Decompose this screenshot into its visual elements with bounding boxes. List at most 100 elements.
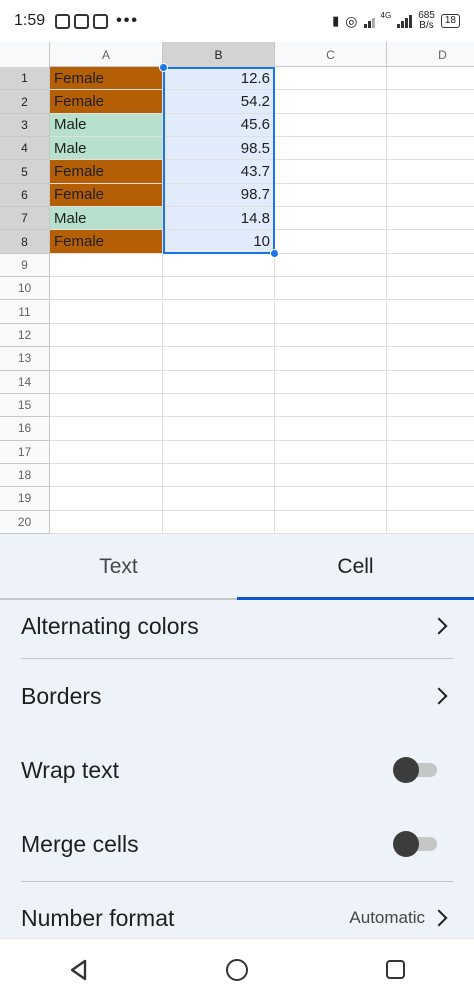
back-button[interactable] [59,950,99,990]
cell-b[interactable] [163,370,275,394]
cell-d[interactable] [387,114,474,138]
cell-c[interactable] [275,137,387,161]
row-header[interactable]: 15 [0,393,50,418]
cell-b[interactable]: 98.7 [163,183,275,208]
cell-b[interactable]: 10 [163,230,275,254]
cell-a[interactable]: Female [50,230,163,254]
row-header[interactable]: 9 [0,253,50,278]
cell-a[interactable] [50,487,163,511]
spreadsheet-grid[interactable]: A B C D 1 Female 12.6 2 Female 54.2 3 Male 45.6 4 Male… [0,42,474,534]
cell-a[interactable]: Female [50,67,163,91]
cell-a[interactable]: Male [50,207,163,231]
cell-c[interactable] [275,417,387,441]
cell-a[interactable] [50,323,163,348]
cell-d[interactable] [387,207,474,231]
row-header[interactable]: 8 [0,230,50,254]
cell-b[interactable]: 54.2 [163,90,275,114]
cell-c[interactable] [275,113,387,138]
cell-d[interactable] [387,511,474,534]
cell-c[interactable] [275,90,387,114]
selection-handle-end[interactable] [270,248,279,258]
cell-b[interactable] [163,487,275,511]
cell-a[interactable] [50,463,163,488]
wrap-text-toggle[interactable] [393,757,439,783]
row-header[interactable]: 12 [0,323,50,348]
cell-b[interactable]: 98.5 [163,137,275,161]
row-header[interactable]: 17 [0,440,50,464]
cell-d[interactable] [387,417,474,441]
row-header[interactable]: 5 [0,160,50,184]
cell-d[interactable] [387,184,474,208]
column-header-d[interactable]: D [387,42,474,67]
home-button[interactable] [217,950,257,990]
cell-a[interactable]: Female [50,183,163,208]
cell-a[interactable] [50,347,163,371]
cell-d[interactable] [387,160,474,184]
merge-cells-toggle[interactable] [393,831,439,857]
cell-b[interactable] [163,393,275,418]
cell-d[interactable] [387,464,474,488]
cell-d[interactable] [387,137,474,161]
row-header[interactable]: 13 [0,347,50,371]
cell-c[interactable] [275,510,387,534]
row-header[interactable]: 18 [0,463,50,488]
row-header[interactable]: 1 [0,67,50,91]
cell-c[interactable] [275,347,387,371]
cell-b[interactable]: 43.7 [163,160,275,184]
recents-button[interactable] [375,950,415,990]
cell-c[interactable] [275,183,387,208]
cell-b[interactable]: 14.8 [163,207,275,231]
column-header-a[interactable]: A [50,42,163,67]
cell-b[interactable] [163,463,275,488]
cell-d[interactable] [387,67,474,91]
row-header[interactable]: 3 [0,113,50,138]
cell-d[interactable] [387,487,474,511]
row-header[interactable]: 4 [0,137,50,161]
cell-c[interactable] [275,393,387,418]
row-header[interactable]: 16 [0,417,50,441]
cell-d[interactable] [387,371,474,394]
cell-a[interactable]: Female [50,160,163,184]
cell-d[interactable] [387,441,474,464]
cell-c[interactable] [275,230,387,254]
column-header-b[interactable]: B [163,42,275,67]
cell-a[interactable]: Male [50,113,163,138]
cell-b[interactable] [163,440,275,464]
cell-b[interactable]: 45.6 [163,113,275,138]
cell-a[interactable]: Male [50,137,163,161]
cell-c[interactable] [275,67,387,91]
cell-c[interactable] [275,253,387,278]
cell-c[interactable] [275,463,387,488]
cell-b[interactable] [163,253,275,278]
cell-d[interactable] [387,347,474,371]
alternating-colors-option[interactable]: Alternating colors [21,604,453,648]
cell-d[interactable] [387,230,474,254]
row-header[interactable]: 14 [0,370,50,394]
cell-c[interactable] [275,370,387,394]
cell-a[interactable] [50,440,163,464]
cell-c[interactable] [275,487,387,511]
selection-handle-start[interactable] [159,63,168,72]
cell-c[interactable] [275,277,387,301]
tab-text[interactable]: Text [0,534,237,600]
borders-option[interactable]: Borders [21,674,453,718]
row-header[interactable]: 10 [0,277,50,301]
cell-d[interactable] [387,394,474,418]
cell-d[interactable] [387,277,474,301]
cell-b[interactable] [163,417,275,441]
cell-a[interactable] [50,393,163,418]
cell-b[interactable] [163,510,275,534]
number-format-option[interactable]: Number format Automatic [21,896,453,938]
cell-d[interactable] [387,301,474,324]
cell-a[interactable] [50,417,163,441]
cell-b[interactable] [163,347,275,371]
row-header[interactable]: 19 [0,487,50,511]
cell-c[interactable] [275,440,387,464]
row-header[interactable]: 11 [0,300,50,324]
row-header[interactable]: 20 [0,510,50,534]
tab-cell[interactable]: Cell [237,534,474,600]
select-all-corner[interactable] [0,42,50,67]
cell-b[interactable] [163,323,275,348]
cell-c[interactable] [275,160,387,184]
cell-a[interactable] [50,370,163,394]
